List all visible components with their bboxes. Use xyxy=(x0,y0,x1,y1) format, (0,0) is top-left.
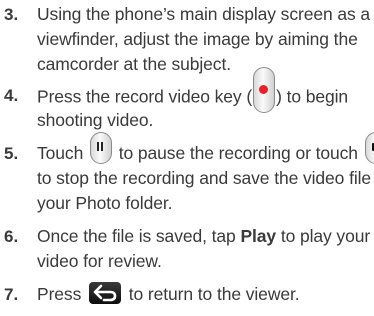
step-text-line: Once the file is saved, tap Play to play… xyxy=(37,224,370,249)
step-text-line: shooting video. xyxy=(37,110,154,130)
step-text-line: to stop the recording and save the video… xyxy=(37,168,374,188)
step-text: to play your xyxy=(280,226,371,246)
record-dot xyxy=(259,85,269,94)
pause-bars xyxy=(96,142,104,152)
step-text-line: your Photo folder. xyxy=(37,193,173,213)
step-number: 4. xyxy=(4,86,19,105)
step-text-line: camcorder at the subject. xyxy=(37,54,231,74)
step-text-line: Using the phone’s main display screen as… xyxy=(37,4,371,24)
back-key-icon xyxy=(89,282,121,305)
step-text-line: Press to return to the viewer. xyxy=(37,282,300,307)
record-video-key-icon xyxy=(253,67,276,113)
step-text: to pause the recording or touch xyxy=(118,143,358,163)
step-text-line: viewfinder, adjust the image by aiming t… xyxy=(37,29,358,49)
step-number: 6. xyxy=(4,227,19,246)
play-label: Play xyxy=(240,226,277,246)
step-text: Press xyxy=(37,284,82,304)
step-number: 3. xyxy=(4,5,19,24)
step-text-line: video for review. xyxy=(37,251,162,271)
step-text: Press the record video key ( xyxy=(37,86,253,107)
stop-key-icon xyxy=(364,132,374,165)
step-text: to return to the viewer. xyxy=(128,284,300,304)
step-text-line: Touch to pause the recording or touch xyxy=(37,132,374,166)
step-text: ) to begin xyxy=(276,86,349,107)
step-number: 7. xyxy=(4,285,19,304)
pause-key-icon xyxy=(89,132,112,165)
step-text: Touch xyxy=(37,143,84,163)
step-number: 5. xyxy=(4,144,19,163)
step-text: Once the file is saved, tap xyxy=(37,226,236,246)
